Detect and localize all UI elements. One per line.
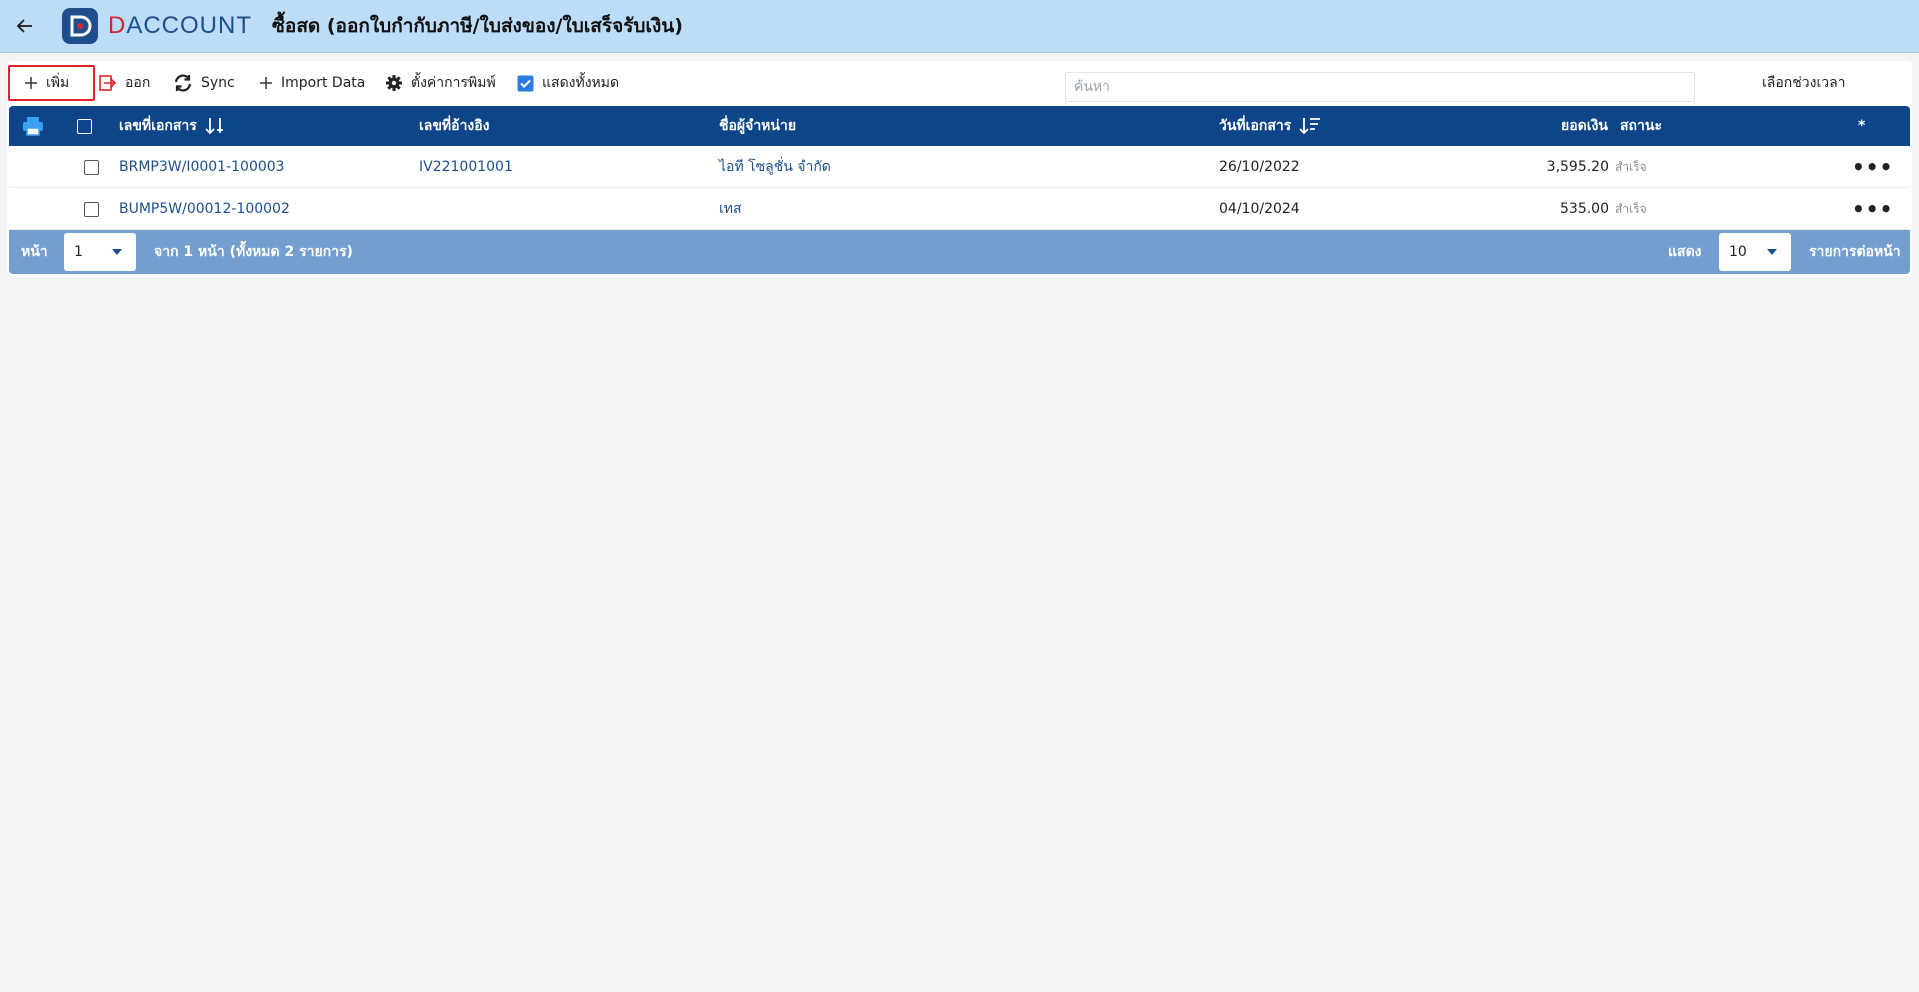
sync-button[interactable]: Sync [173, 65, 235, 101]
show-all-label: แสดงทั้งหมด [542, 75, 620, 91]
plus-icon [259, 76, 273, 90]
exit-button[interactable]: ออก [99, 65, 150, 101]
column-action: * [1858, 118, 1866, 134]
column-ref-no[interactable]: เลขที่อ้างอิง [419, 106, 490, 146]
sign-out-icon [99, 75, 117, 91]
page-label: หน้า [21, 244, 48, 260]
exit-label: ออก [125, 75, 151, 91]
logo-letter-d: D [108, 12, 127, 39]
status-badge: สำเร็จ [1615, 159, 1647, 174]
show-label: แสดง [1668, 244, 1702, 260]
doc-no-link[interactable]: BRMP3W/I0001-100003 [119, 146, 285, 188]
vendor-name: ไอที โซลูชั่น จำกัด [719, 159, 831, 175]
printer-icon [23, 117, 43, 136]
page-summary: จาก 1 หน้า (ทั้งหมด 2 รายการ) [154, 244, 353, 260]
column-doc-date[interactable]: วันที่เอกสาร [1219, 106, 1321, 146]
caret-down-icon [112, 249, 122, 255]
column-doc-date-label: วันที่เอกสาร [1219, 118, 1292, 134]
logo-letters: ACCOUNT [126, 12, 253, 39]
row-checkbox[interactable] [84, 146, 99, 188]
period-select-button[interactable]: เลือกช่วงเวลา [1762, 65, 1846, 101]
caret-down-icon [1767, 249, 1777, 255]
select-all-checkbox[interactable] [77, 106, 92, 146]
pagination-bar: หน้า 1 จาก 1 หน้า (ทั้งหมด 2 รายการ) แสด… [9, 230, 1910, 274]
doc-date: 04/10/2024 [1219, 201, 1300, 217]
import-data-label: Import Data [281, 75, 366, 91]
table-header: เลขที่เอกสาร เลขที่อ้างอิง ชื่อผู้จำหน่า… [9, 106, 1910, 146]
import-data-button[interactable]: Import Data [259, 65, 365, 101]
logo-text: DACCOUNT [108, 12, 252, 40]
table-row[interactable]: BUMP5W/00012-100002 เทส 04/10/2024 535.0… [9, 188, 1910, 230]
per-page-label: รายการต่อหน้า [1809, 244, 1901, 260]
document-list-card: เพิ่ม ออก Sync Import Data ตั้งค่าการพิม… [7, 61, 1912, 276]
arrow-left-icon [16, 19, 32, 33]
doc-no-link[interactable]: BUMP5W/00012-100002 [119, 188, 290, 230]
add-button[interactable]: เพิ่ม [8, 65, 95, 101]
toolbar: เพิ่ม ออก Sync Import Data ตั้งค่าการพิม… [7, 65, 1912, 102]
sync-label: Sync [201, 75, 235, 91]
page-select-value: 1 [74, 244, 83, 260]
print-button[interactable] [22, 106, 44, 146]
column-doc-no-label: เลขที่เอกสาร [119, 118, 197, 134]
print-settings-label: ตั้งค่าการพิมพ์ [411, 75, 496, 91]
per-page-select[interactable]: 10 [1719, 233, 1791, 271]
page-title: ซื้อสด (ออกใบกำกับภาษี/ใบส่งของ/ใบเสร็จร… [272, 15, 683, 37]
ellipsis-icon: ••• [1852, 155, 1894, 179]
amount: 3,595.20 [1546, 159, 1609, 175]
column-amount[interactable]: ยอดเงิน [1561, 106, 1608, 146]
doc-date: 26/10/2022 [1219, 159, 1300, 175]
app-header: DACCOUNT ซื้อสด (ออกใบกำกับภาษี/ใบส่งของ… [0, 0, 1919, 53]
app-logo: DACCOUNT [62, 8, 252, 44]
ref-no: IV221001001 [419, 159, 513, 175]
show-all-checkbox[interactable]: แสดงทั้งหมด [517, 65, 619, 101]
amount: 535.00 [1560, 201, 1609, 217]
checkbox-empty-icon [84, 201, 99, 217]
search-input[interactable] [1065, 72, 1695, 102]
table-row[interactable]: BRMP3W/I0001-100003 IV221001001 ไอที โซล… [9, 146, 1910, 188]
checkbox-empty-icon [77, 118, 92, 134]
per-page-select-value: 10 [1729, 244, 1747, 260]
page-select[interactable]: 1 [64, 233, 136, 271]
column-doc-no[interactable]: เลขที่เอกสาร [119, 106, 225, 146]
column-status[interactable]: สถานะ [1620, 106, 1662, 146]
checkbox-empty-icon [84, 159, 99, 175]
row-checkbox[interactable] [84, 188, 99, 230]
more-actions-button[interactable]: ••• [1852, 146, 1893, 188]
sort-desc-icon [1299, 117, 1321, 135]
sync-icon [173, 73, 193, 93]
sort-icon [205, 117, 225, 135]
more-actions-button[interactable]: ••• [1852, 188, 1893, 230]
gear-icon [385, 74, 403, 92]
plus-icon [24, 76, 38, 90]
column-vendor[interactable]: ชื่อผู้จำหน่าย [719, 106, 796, 146]
status-badge: สำเร็จ [1615, 201, 1647, 216]
print-settings-button[interactable]: ตั้งค่าการพิมพ์ [385, 65, 496, 101]
logo-d-icon [62, 8, 98, 44]
back-button[interactable] [0, 0, 50, 53]
checkbox-checked-icon [517, 75, 534, 92]
ellipsis-icon: ••• [1852, 197, 1894, 221]
add-label: เพิ่ม [46, 75, 70, 91]
vendor-name: เทส [719, 201, 742, 217]
